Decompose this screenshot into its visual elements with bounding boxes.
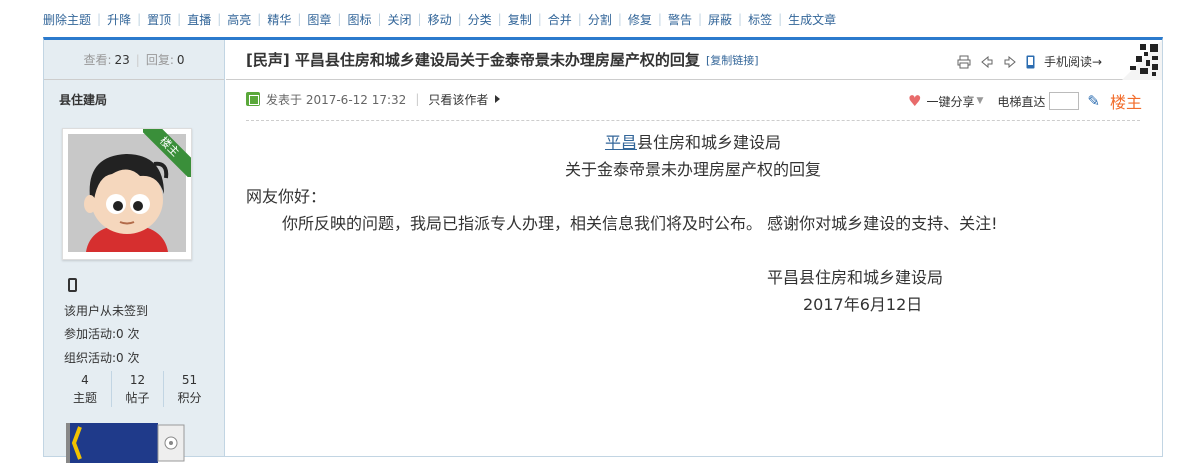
jump-label: 电梯直达 xyxy=(997,94,1046,109)
owner-ribbon: 楼主 xyxy=(143,129,191,177)
prev-thread-icon[interactable] xyxy=(980,55,994,69)
mod-action-9[interactable]: 移动 xyxy=(422,11,458,28)
mod-action-18[interactable]: 生成文章 xyxy=(782,11,842,28)
count-posts-label: 帖子 xyxy=(125,391,150,405)
count-points-label: 积分 xyxy=(177,391,202,405)
post-content: 平昌县住房和城乡建设局 关于金泰帝景未办理房屋产权的回复 网友你好： 你所反映的… xyxy=(246,120,1140,318)
pencil-icon[interactable]: ✎ xyxy=(1087,92,1100,110)
mod-action-15[interactable]: 警告 xyxy=(662,11,698,28)
mod-action-4[interactable]: 高亮 xyxy=(221,11,257,28)
count-topics-value: 4 xyxy=(81,373,89,387)
moderation-toolbar: 删除主题 | 升降 | 置顶 | 直播 | 高亮 | 精华 | 图章 | 图标 | 关闭 | 移动 | 分类 | 复制 | 合并… xyxy=(43,10,842,28)
floor-jump-input[interactable] xyxy=(1049,92,1080,110)
content-heading: 平昌县住房和城乡建设局 xyxy=(246,129,1140,156)
count-topics-label: 主题 xyxy=(72,391,97,405)
content-date: 2017年6月12日 xyxy=(803,295,923,314)
medal-badge-icon[interactable] xyxy=(66,423,186,463)
mod-action-12[interactable]: 合并 xyxy=(542,11,578,28)
replies-count: 0 xyxy=(176,52,185,67)
post-main: [民声] 平昌县住房和城乡建设局关于金泰帝景未办理房屋产权的回复 [复制链接] … xyxy=(226,40,1162,456)
post-time: 发表于 2017-6-12 17:32 xyxy=(266,92,407,107)
mod-action-1[interactable]: 升降 xyxy=(101,11,137,28)
count-points-value: 51 xyxy=(181,373,198,387)
count-posts[interactable]: 12 帖子 xyxy=(111,371,163,407)
stats-divider: | xyxy=(135,52,140,67)
post-container: 查看: 23 | 回复: 0 县住建局 楼主 该用户从未签到 参加活动:0 次 … xyxy=(43,37,1163,463)
mod-action-17[interactable]: 标签 xyxy=(742,11,778,28)
mod-action-10[interactable]: 分类 xyxy=(462,11,498,28)
next-thread-icon[interactable] xyxy=(1003,55,1017,69)
mod-action-0[interactable]: 删除主题 xyxy=(43,11,97,28)
mod-action-7[interactable]: 图标 xyxy=(341,11,377,28)
author-sidebar: 查看: 23 | 回复: 0 县住建局 楼主 该用户从未签到 参加活动:0 次 … xyxy=(44,40,225,463)
title-tools: 手机阅读→ xyxy=(957,53,1102,70)
qr-code-icon[interactable] xyxy=(1122,40,1162,80)
post-info-row: 发表于 2017-6-12 17:32 | 只看该作者 ♥ 一键分享 ▼ 电梯直… xyxy=(226,80,1162,118)
print-icon[interactable] xyxy=(957,55,971,69)
count-topics[interactable]: 4 主题 xyxy=(59,371,111,407)
views-count: 23 xyxy=(114,52,130,67)
post-icon xyxy=(246,92,260,106)
mod-action-14[interactable]: 修复 xyxy=(622,11,658,28)
post-tools: ♥ 一键分享 ▼ 电梯直达 ✎ 楼主 xyxy=(908,89,1142,113)
share-button[interactable]: 一键分享 xyxy=(926,93,974,110)
views-label: 查看: xyxy=(83,53,112,67)
mod-action-5[interactable]: 精华 xyxy=(261,11,297,28)
mod-action-6[interactable]: 图章 xyxy=(301,11,337,28)
copy-link[interactable]: [复制链接] xyxy=(706,52,759,68)
mod-action-13[interactable]: 分割 xyxy=(582,11,618,28)
mobile-icon xyxy=(1026,55,1035,68)
mod-action-11[interactable]: 复制 xyxy=(502,11,538,28)
mobile-read-link[interactable]: 手机阅读→ xyxy=(1044,53,1102,70)
heart-icon[interactable]: ♥ xyxy=(908,92,921,110)
floor-label: 楼主 xyxy=(1109,93,1142,112)
chevron-down-icon[interactable]: ▼ xyxy=(976,96,983,106)
signin-status: 该用户从未签到 xyxy=(64,304,149,318)
avatar[interactable]: 楼主 xyxy=(62,128,192,260)
thread-title: [民声] 平昌县住房和城乡建设局关于金泰帝景未办理房屋产权的回复 xyxy=(246,51,700,69)
content-signature: 平昌县住房和城乡建设局 xyxy=(767,268,944,287)
mod-action-2[interactable]: 置顶 xyxy=(141,11,177,28)
author-only-link[interactable]: 只看该作者 xyxy=(428,91,488,108)
content-heading-link[interactable]: 平昌 xyxy=(605,133,637,152)
thread-stats: 查看: 23 | 回复: 0 xyxy=(44,40,224,80)
phone-icon xyxy=(68,278,77,292)
mod-action-3[interactable]: 直播 xyxy=(181,11,217,28)
count-posts-value: 12 xyxy=(129,373,146,387)
author-counts: 4 主题 12 帖子 51 积分 xyxy=(59,371,215,407)
count-points[interactable]: 51 积分 xyxy=(163,371,215,407)
owner-ribbon-label: 楼主 xyxy=(143,129,191,177)
content-subheading: 关于金泰帝景未办理房屋产权的回复 xyxy=(564,160,821,179)
mod-action-8[interactable]: 关闭 xyxy=(382,11,418,28)
mod-action-16[interactable]: 屏蔽 xyxy=(702,11,738,28)
author-name[interactable]: 县住建局 xyxy=(44,80,224,118)
info-divider: | xyxy=(415,92,420,106)
activity-organized: 组织活动:0 次 xyxy=(64,351,140,365)
content-greeting: 网友你好： xyxy=(246,187,327,206)
chevron-right-icon xyxy=(495,95,501,103)
title-row: [民声] 平昌县住房和城乡建设局关于金泰帝景未办理房屋产权的回复 [复制链接] … xyxy=(226,40,1162,80)
content-heading-rest: 县住房和城乡建设局 xyxy=(637,133,782,152)
replies-label: 回复: xyxy=(145,53,174,67)
content-body: 你所反映的问题，我局已指派专人办理，相关信息我们将及时公布。 感谢你对城乡建设的… xyxy=(282,214,998,233)
activity-joined: 参加活动:0 次 xyxy=(64,327,140,341)
